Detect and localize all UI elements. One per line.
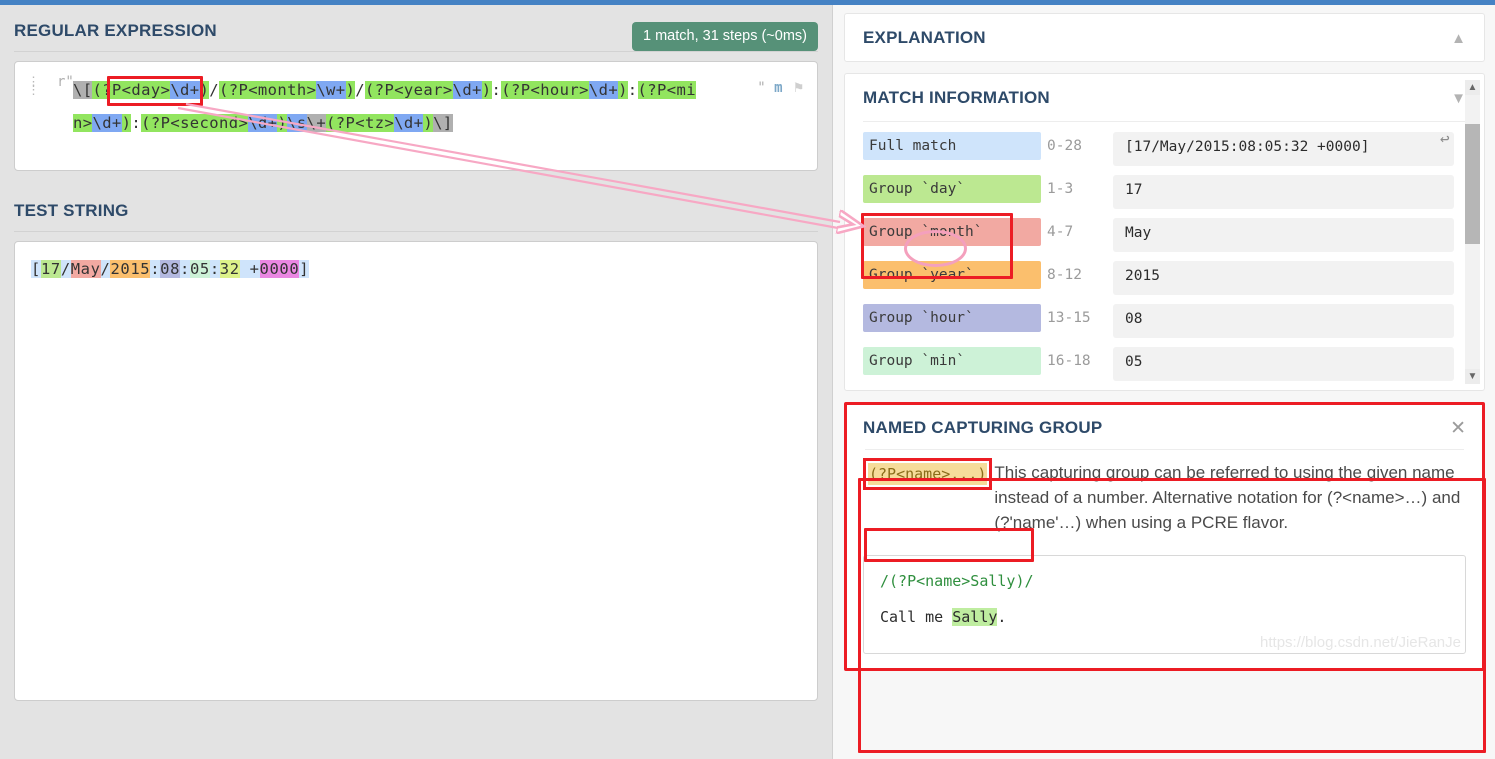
annotation-arrow-day-to-group xyxy=(177,102,1495,759)
regex101-page: REGULAR EXPRESSION 1 match, 31 steps (~0… xyxy=(0,0,1495,759)
